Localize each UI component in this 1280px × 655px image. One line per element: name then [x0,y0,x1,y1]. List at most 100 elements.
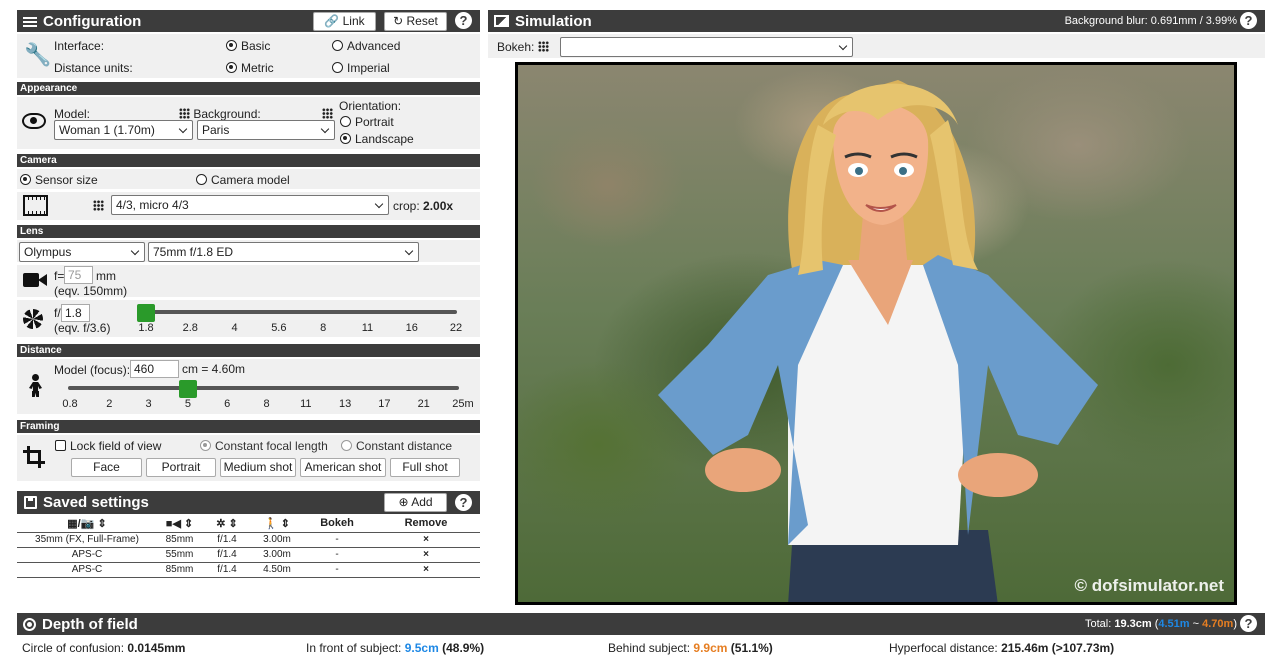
focus-label: Model (focus): [54,363,131,377]
sliders-icon [23,15,37,27]
distance-tick-label: 0.8 [62,398,78,410]
table-row[interactable]: APS-C 85mm f/1.4 4.50m - × [17,562,480,578]
dof-total-readout: Total: 19.3cm (4.51m ~ 4.70m) [1085,618,1237,630]
orientation-label: Orientation: [339,99,402,113]
link-button[interactable]: 🔗 Link [313,12,376,31]
aperture-cell: f/1.4 [202,547,252,563]
focus-input[interactable]: 460 [130,360,179,378]
aperture-tick-label: 22 [449,322,463,334]
framing-full-shot-button[interactable]: Full shot [390,458,460,477]
sensor-size-radio[interactable]: Sensor size [20,173,98,187]
camera-model-label: Camera model [211,173,290,187]
constant-distance-radio[interactable]: Constant distance [341,439,452,453]
saved-help-icon[interactable]: ? [455,494,472,511]
aperture-tick-label: 11 [361,322,374,334]
dof-help-icon[interactable]: ? [1240,615,1257,632]
radio-off-icon [332,62,343,73]
background-label: Background: [179,107,261,121]
behind-readout: Behind subject: 9.9cm (51.1%) [608,641,773,655]
interface-advanced-radio[interactable]: Advanced [332,39,400,53]
remove-icon[interactable]: × [372,547,480,563]
hyperfocal-readout: Hyperfocal distance: 215.46m (>107.73m) [889,641,1114,655]
background-select[interactable]: Paris [197,120,335,140]
camera-model-radio[interactable]: Camera model [196,173,290,187]
constant-focal-radio[interactable]: Constant focal length [200,439,328,453]
model-label: Model: [54,107,91,121]
units-metric-radio[interactable]: Metric [226,61,274,75]
focal-input[interactable]: 75 [64,266,93,284]
focal-column-header[interactable]: ■◀ ⇕ [157,515,202,533]
framing-medium-shot-button[interactable]: Medium shot [220,458,296,477]
coc-readout: Circle of confusion: 0.0145mm [22,641,185,655]
reset-button[interactable]: ↻ Reset [384,12,447,31]
radio-on-icon [20,174,31,185]
orientation-landscape-radio[interactable]: Landscape [340,132,414,146]
interface-basic-radio[interactable]: Basic [226,39,270,53]
remove-icon[interactable]: × [372,562,480,578]
radio-off-icon [332,40,343,51]
distance-cell: 3.00m [252,532,302,548]
crop-readout: crop: 2.00x [393,199,453,213]
distance-tick-label: 25m [452,398,474,410]
radio-on-icon [226,62,237,73]
sensor-size-label: Sensor size [35,173,98,187]
framing-portrait-button[interactable]: Portrait [146,458,216,477]
orientation-portrait-radio[interactable]: Portrait [340,115,394,129]
aperture-slider-thumb[interactable] [137,304,155,322]
film-icon [23,195,48,216]
framing-face-button[interactable]: Face [71,458,142,477]
aperture-prefix: f/ [54,306,61,320]
image-icon [494,15,509,27]
imperial-label: Imperial [347,61,390,75]
bokeh-column-header[interactable]: Bokeh [302,515,372,533]
distance-column-header[interactable]: 🚶 ⇕ [252,515,302,533]
lens-header: Lens [17,225,480,238]
aperture-input[interactable]: 1.8 [61,304,90,322]
lock-fov-checkbox[interactable]: Lock field of view [55,439,161,453]
distance-slider-track[interactable] [68,386,459,390]
focal-unit: mm [96,269,116,283]
grid-icon [179,108,190,119]
saved-settings-title: Saved settings [43,494,149,511]
front-label: In front of subject: [306,641,402,655]
distance-tick-label: 2 [106,398,113,410]
sensor-column-header[interactable]: ▦/📷 ⇕ [17,515,157,533]
radio-on-icon [226,40,237,51]
advanced-label: Advanced [347,39,401,53]
simulation-help-icon[interactable]: ? [1240,12,1257,29]
aperture-tick-label: 5.6 [271,322,287,334]
focal-equivalent: (eqv. 150mm) [54,284,128,298]
distance-tick-label: 17 [378,398,391,410]
model-select[interactable]: Woman 1 (1.70m) [54,120,193,140]
remove-icon[interactable]: × [372,532,480,548]
aperture-column-header[interactable]: ✲ ⇕ [202,515,252,533]
config-help-icon[interactable]: ? [455,12,472,29]
hyperfocal-value: 215.46m [1001,641,1049,655]
distance-tick-label: 13 [338,398,352,410]
saved-settings-table: ▦/📷 ⇕ ■◀ ⇕ ✲ ⇕ 🚶 ⇕ Bokeh Remove 35mm (FX… [17,515,480,578]
constant-distance-label: Constant distance [356,439,453,453]
table-row[interactable]: APS-C 55mm f/1.4 3.00m - × [17,547,480,563]
radio-off-icon [340,116,351,127]
framing-american-shot-button[interactable]: American shot [300,458,386,477]
add-button[interactable]: ⊕ Add [384,493,447,512]
table-row[interactable]: 35mm (FX, Full-Frame) 85mm f/1.4 3.00m - × [17,532,480,548]
behind-value: 9.9cm [693,641,728,655]
aperture-slider-track[interactable] [140,310,457,314]
sensor-cell: APS-C [17,562,157,578]
lens-brand-select[interactable]: Olympus [19,242,145,262]
distance-slider-thumb[interactable] [178,380,197,398]
video-camera-lens-icon [38,274,47,286]
front-value: 9.5cm [404,641,439,655]
sensor-select[interactable]: 4/3, micro 4/3 [111,195,389,215]
bokeh-select[interactable] [560,37,853,57]
grid-icon [322,108,333,119]
depth-of-field-title: Depth of field [42,615,138,633]
front-percent: (48.9%) [442,641,485,655]
behind-label: Behind subject: [608,641,691,655]
simulation-viewport: © dofsimulator.net [515,62,1237,605]
depth-of-field-header: Depth of field Total: 19.3cm (4.51m ~ 4.… [17,613,1265,635]
lens-model-select[interactable]: 75mm f/1.8 ED [148,242,419,262]
units-imperial-radio[interactable]: Imperial [332,61,390,75]
appearance-header: Appearance [17,82,480,95]
